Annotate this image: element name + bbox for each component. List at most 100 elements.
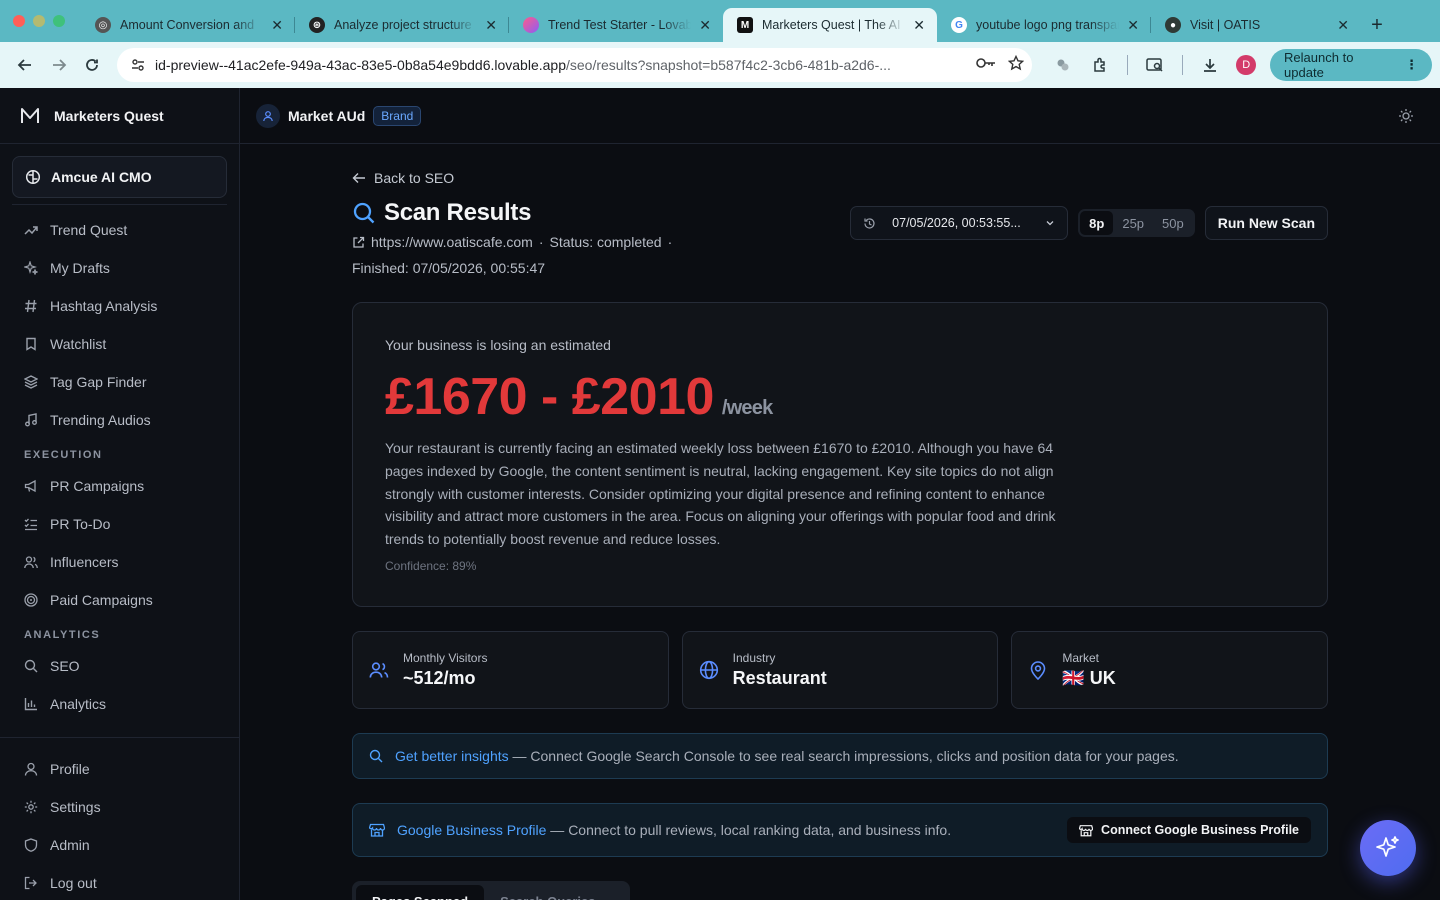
reload-icon[interactable] bbox=[75, 48, 109, 82]
ai-cmo-button[interactable]: Amcue AI CMO bbox=[12, 156, 227, 198]
workspace-type-badge: Brand bbox=[373, 105, 422, 126]
workspace-name[interactable]: Market AUd bbox=[288, 108, 365, 124]
scan-status: Status: completed bbox=[549, 234, 662, 250]
section-label-execution: EXECUTION bbox=[24, 449, 103, 461]
loss-description: Your restaurant is currently facing an e… bbox=[385, 440, 1056, 548]
globe-icon: ◎ bbox=[95, 17, 111, 33]
puzzle-icon[interactable] bbox=[1084, 48, 1118, 82]
page-title: Scan Results bbox=[384, 199, 532, 226]
sparkles-icon bbox=[24, 261, 38, 275]
sidebar: Marketers Quest Amcue AI CMO Trend Quest… bbox=[0, 88, 240, 900]
browser-tab-active[interactable]: M Marketers Quest | The AI ✕ bbox=[723, 8, 937, 42]
globe-icon bbox=[699, 660, 719, 680]
close-tab-icon[interactable]: ✕ bbox=[1337, 17, 1349, 34]
workspace-header: Market AUd Brand bbox=[240, 88, 1440, 144]
extension-icon[interactable] bbox=[1046, 48, 1080, 82]
sidebar-item-hashtag-analysis[interactable]: Hashtag Analysis bbox=[0, 287, 239, 325]
sidebar-item-pr-campaigns[interactable]: PR Campaigns bbox=[0, 467, 239, 505]
sun-icon[interactable] bbox=[1398, 108, 1414, 129]
sidebar-item-paid-campaigns[interactable]: Paid Campaigns bbox=[0, 581, 239, 619]
arrow-left-icon bbox=[352, 173, 365, 183]
search-icon bbox=[24, 659, 38, 673]
search-icon bbox=[369, 749, 383, 763]
page-count-25p[interactable]: 25p bbox=[1113, 211, 1153, 235]
site-url-link[interactable]: https://www.oatiscafe.com bbox=[371, 234, 533, 250]
sparkles-icon bbox=[1376, 836, 1399, 857]
brain-icon bbox=[25, 169, 41, 185]
google-business-profile-link[interactable]: Google Business Profile bbox=[397, 822, 546, 838]
page-count-toggle: 8p 25p 50p bbox=[1078, 209, 1195, 237]
bookmark-star-icon[interactable] bbox=[1007, 54, 1025, 76]
snapshot-select[interactable]: 07/05/2026, 00:53:55... bbox=[850, 206, 1069, 240]
list-check-icon bbox=[24, 517, 38, 531]
sidebar-item-seo[interactable]: SEO bbox=[0, 647, 239, 685]
lovable-icon bbox=[523, 17, 539, 33]
history-icon bbox=[864, 217, 875, 229]
loss-period: /week bbox=[721, 397, 773, 419]
tab-search-icon[interactable] bbox=[1138, 48, 1172, 82]
marketers-quest-logo-icon bbox=[21, 107, 39, 123]
relaunch-button[interactable]: Relaunch to update ⋮ bbox=[1270, 49, 1433, 81]
close-tab-icon[interactable]: ✕ bbox=[913, 17, 925, 34]
loss-lead-text: Your business is losing an estimated bbox=[385, 337, 611, 353]
map-pin-icon bbox=[1028, 660, 1048, 680]
google-icon: G bbox=[951, 17, 967, 33]
sidebar-item-influencers[interactable]: Influencers bbox=[0, 543, 239, 581]
close-tab-icon[interactable]: ✕ bbox=[271, 17, 283, 34]
back-arrow-icon[interactable] bbox=[8, 48, 42, 82]
profile-avatar[interactable]: D bbox=[1236, 55, 1257, 75]
google-business-profile-banner: Google Business Profile — Connect to pul… bbox=[352, 803, 1328, 857]
sidebar-item-settings[interactable]: Settings bbox=[0, 788, 239, 826]
connect-google-business-profile-button[interactable]: Connect Google Business Profile bbox=[1067, 817, 1311, 843]
sidebar-item-my-drafts[interactable]: My Drafts bbox=[0, 249, 239, 287]
browser-tab[interactable]: Trend Test Starter - Lovable ✕ bbox=[509, 8, 723, 42]
tab-pages-scanned[interactable]: Pages Scanned bbox=[356, 885, 485, 900]
confidence-score: Confidence: 89% bbox=[385, 558, 477, 573]
sidebar-item-tag-gap-finder[interactable]: Tag Gap Finder bbox=[0, 363, 239, 401]
get-better-insights-link[interactable]: Get better insights bbox=[395, 748, 509, 764]
users-icon bbox=[369, 660, 389, 680]
sidebar-item-trending-audios[interactable]: Trending Audios bbox=[0, 401, 239, 439]
run-new-scan-button[interactable]: Run New Scan bbox=[1204, 206, 1328, 240]
site-settings-icon[interactable] bbox=[127, 54, 149, 76]
minimize-window-button[interactable] bbox=[33, 15, 45, 27]
sidebar-item-log-out[interactable]: Log out bbox=[0, 864, 239, 900]
page-count-8p[interactable]: 8p bbox=[1080, 211, 1114, 235]
sidebar-item-pr-to-do[interactable]: PR To-Do bbox=[0, 505, 239, 543]
scan-finished-time: Finished: 07/05/2026, 00:55:47 bbox=[352, 260, 546, 276]
scan-controls: 07/05/2026, 00:53:55... 8p 25p 50p Run N… bbox=[850, 206, 1328, 240]
close-tab-icon[interactable]: ✕ bbox=[699, 17, 711, 34]
target-icon bbox=[24, 593, 38, 607]
sidebar-item-watchlist[interactable]: Watchlist bbox=[0, 325, 239, 363]
trending-icon bbox=[24, 223, 38, 237]
address-bar[interactable]: id-preview--41ac2efe-949a-43ac-83e5-0b8a… bbox=[117, 48, 1033, 82]
key-icon[interactable] bbox=[976, 56, 996, 74]
page-count-50p[interactable]: 50p bbox=[1153, 211, 1193, 235]
close-tab-icon[interactable]: ✕ bbox=[1127, 17, 1139, 34]
loss-estimate-card: Your business is losing an estimated £16… bbox=[352, 302, 1328, 607]
workspace-user-icon[interactable] bbox=[256, 103, 280, 128]
forward-arrow-icon[interactable] bbox=[42, 48, 76, 82]
download-icon[interactable] bbox=[1193, 48, 1227, 82]
tab-search-queries[interactable]: Search Queries bbox=[484, 885, 611, 900]
sidebar-item-analytics[interactable]: Analytics bbox=[0, 685, 239, 723]
openai-icon: ⊛ bbox=[309, 17, 325, 33]
sidebar-item-profile[interactable]: Profile bbox=[0, 750, 239, 788]
ai-assistant-button[interactable] bbox=[1360, 820, 1416, 876]
maximize-window-button[interactable] bbox=[53, 15, 65, 27]
brand-header[interactable]: Marketers Quest bbox=[0, 88, 239, 144]
sidebar-item-admin[interactable]: Admin bbox=[0, 826, 239, 864]
new-tab-button[interactable]: + bbox=[1361, 8, 1393, 42]
back-to-seo-link[interactable]: Back to SEO bbox=[352, 170, 454, 186]
browser-tab[interactable]: ◎ Amount Conversion and ✕ bbox=[81, 8, 295, 42]
sidebar-item-trend-quest[interactable]: Trend Quest bbox=[0, 211, 239, 249]
browser-tab[interactable]: G youtube logo png transparent ✕ bbox=[937, 8, 1151, 42]
browser-tab[interactable]: ⊛ Analyze project structure ✕ bbox=[295, 8, 509, 42]
close-tab-icon[interactable]: ✕ bbox=[485, 17, 497, 34]
sidebar-bottom-nav: Profile Settings Admin Log out bbox=[0, 737, 239, 900]
external-link-icon bbox=[353, 236, 365, 248]
browser-tab[interactable]: ● Visit | OATIS ✕ bbox=[1151, 8, 1361, 42]
more-vert-icon: ⋮ bbox=[1405, 57, 1419, 72]
close-window-button[interactable] bbox=[13, 15, 25, 27]
layers-icon bbox=[24, 375, 38, 389]
